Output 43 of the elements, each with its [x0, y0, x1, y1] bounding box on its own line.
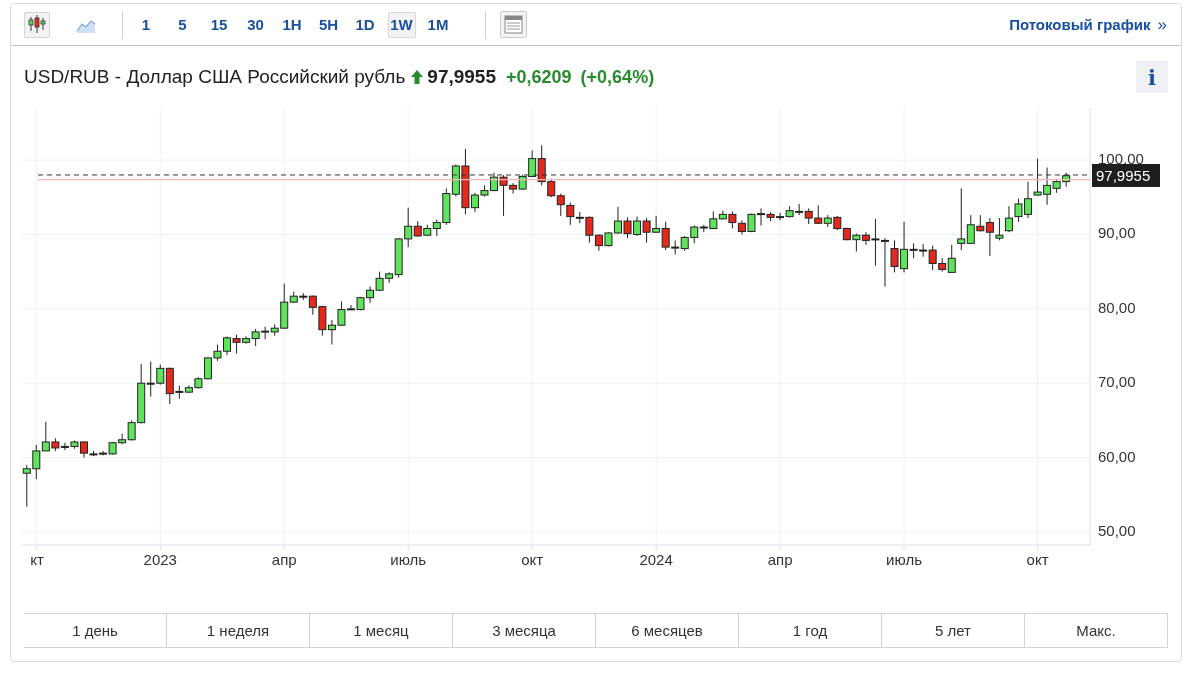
- range-button[interactable]: 6 месяцев: [596, 613, 739, 648]
- interval-button[interactable]: 1H: [278, 11, 306, 38]
- axis-label: 60,00: [1098, 447, 1136, 465]
- range-button[interactable]: 1 день: [24, 613, 167, 648]
- instrument-title: USD/RUB - Доллар США Российский рубль: [24, 66, 406, 88]
- news-icon[interactable]: [499, 11, 527, 38]
- info-button[interactable]: i: [1136, 61, 1168, 93]
- range-button[interactable]: 3 месяца: [453, 613, 596, 648]
- axis-label: июль: [886, 551, 922, 568]
- range-button[interactable]: 1 неделя: [167, 613, 310, 648]
- candlestick-icon: [27, 14, 47, 35]
- interval-button[interactable]: 1D: [351, 11, 379, 38]
- axis-label: апр: [271, 551, 297, 568]
- streaming-chart-link[interactable]: Потоковый график: [1009, 16, 1151, 33]
- percent-change: (+0,64%): [580, 66, 655, 88]
- axis-label: окт: [521, 551, 544, 568]
- interval-button[interactable]: 30: [241, 11, 270, 38]
- interval-button[interactable]: 1W: [387, 11, 416, 38]
- range-button[interactable]: 5 лет: [882, 613, 1025, 648]
- axis-label: 50,00: [1098, 522, 1136, 539]
- interval-button[interactable]: 15: [205, 11, 233, 38]
- axis-label: 80,00: [1098, 298, 1136, 316]
- axis-label: 2023: [143, 551, 177, 568]
- chevron-icon[interactable]: »: [1157, 14, 1167, 35]
- chart-type-button[interactable]: [24, 11, 50, 38]
- interval-button[interactable]: 1M: [424, 11, 452, 38]
- interval-button[interactable]: 5: [168, 11, 197, 38]
- axis-label: июль: [390, 551, 427, 568]
- range-button[interactable]: 1 год: [739, 613, 882, 648]
- axis-label: 70,00: [1098, 373, 1136, 391]
- price-change: +0,6209: [506, 66, 572, 88]
- axis-label: 90,00: [1098, 224, 1136, 242]
- axis-label: 2024: [639, 551, 673, 568]
- price-tag: 97,9955: [1092, 164, 1160, 187]
- axis-label: кт: [30, 551, 44, 568]
- price-value: 97,9955: [427, 66, 496, 88]
- interval-button[interactable]: 1: [132, 11, 160, 38]
- axis-label: апр: [767, 551, 793, 568]
- axis-label: окт: [1026, 551, 1049, 568]
- range-button[interactable]: Макс.: [1025, 613, 1168, 648]
- range-button[interactable]: 1 месяц: [310, 613, 453, 648]
- ref-line-label: 97,9955: [1096, 166, 1151, 184]
- interval-button[interactable]: 5H: [314, 11, 343, 38]
